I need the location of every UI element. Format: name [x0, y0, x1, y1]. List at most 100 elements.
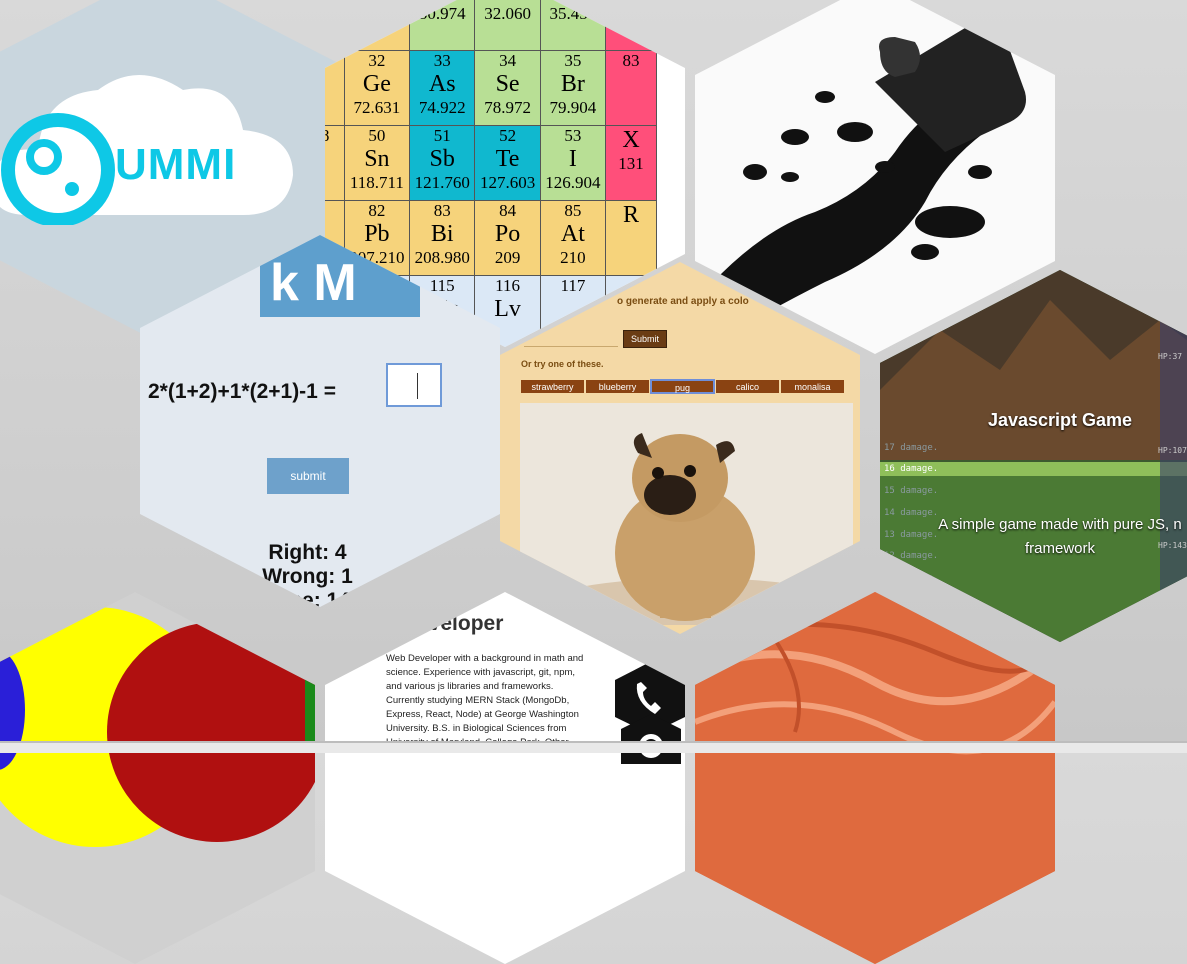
game-title: Javascript Game — [987, 410, 1133, 430]
element-symbol: Si — [345, 0, 409, 4]
atomic-number: 51 — [433, 126, 451, 145]
atomic-weight: 83 — [622, 51, 640, 70]
atomic-number: 83 — [433, 201, 451, 220]
answer-input[interactable] — [386, 363, 442, 407]
project-hex-developer[interactable]: eveloper Web Developer with a background… — [325, 592, 685, 964]
element-symbol: Lv — [494, 296, 521, 322]
developer-title: eveloper — [417, 612, 504, 635]
atomic-weight: 210 — [560, 248, 586, 267]
atomic-weight: 209 — [494, 248, 521, 267]
atomic-weight: 79.904 — [549, 98, 597, 117]
atomic-weight: 74.922 — [418, 98, 466, 117]
color-input[interactable] — [524, 330, 618, 347]
element-cell: 52 Te 127.603 — [474, 125, 541, 201]
quiz-stats: Right: 4 Wrong: 1 Time: 14 — [250, 541, 365, 607]
github-icon[interactable] — [621, 714, 681, 764]
time-count: Time: 14 — [265, 589, 350, 607]
atomic-number: 32 — [368, 51, 386, 70]
color-option-blueberry[interactable]: blueberry — [585, 379, 650, 394]
pug-image — [520, 403, 853, 625]
atomic-weight: 131 — [618, 154, 644, 173]
atomic-weight: 18 — [325, 126, 330, 145]
color-options: strawberry blueberry pug calico monalisa — [520, 379, 845, 394]
atomic-weight: 72.631 — [353, 98, 401, 117]
color-submit-button[interactable]: Submit — [623, 330, 667, 348]
color-option-strawberry[interactable]: strawberry — [520, 379, 585, 394]
element-symbol: X — [622, 127, 640, 153]
element-cell: S32.060 — [474, 0, 541, 51]
element-cell: 35 Br 79.904 — [539, 50, 607, 126]
element-cell: R — [605, 200, 657, 276]
element-cell — [325, 0, 345, 51]
color-option-pug[interactable]: pug — [650, 379, 715, 394]
atomic-number: 82 — [368, 201, 386, 220]
element-symbol: Bi — [430, 221, 454, 247]
atomic-weight: 126.904 — [545, 173, 601, 192]
atomic-weight: 35.450 — [549, 4, 597, 23]
color-prompt: o generate and apply a colo — [617, 296, 749, 307]
element-symbol: As — [428, 71, 456, 97]
element-cell: 32 Ge 72.631 — [343, 50, 411, 126]
element-symbol: Sb — [429, 146, 455, 172]
logo-text: UMMI — [115, 140, 237, 189]
quiz-submit-button[interactable]: submit — [267, 458, 349, 494]
element-symbol: Sn — [364, 146, 390, 172]
element-symbol: Po — [494, 221, 521, 247]
element-cell: 85 At 210 — [539, 200, 607, 276]
element-symbol: I — [568, 146, 577, 172]
atomic-number: 53 — [564, 126, 582, 145]
atomic-number: 84 — [499, 201, 517, 220]
game-description: A simple game made with pure JS, n frame… — [938, 516, 1182, 557]
atomic-number: 34 — [499, 51, 517, 70]
project-hex-salmon[interactable] — [695, 592, 1055, 964]
color-circles-image — [0, 607, 315, 847]
element-symbol: Te — [495, 146, 520, 172]
atomic-weight: 32.060 — [484, 4, 531, 23]
element-symbol: Br — [560, 71, 585, 97]
periodic-row: 1850Sn118.71151Sb121.76052Te127.60353I12… — [325, 125, 657, 201]
element-cell: X 131 — [605, 125, 657, 201]
damage-log-line: 16 damage. — [884, 464, 939, 474]
atomic-number: 35 — [564, 51, 582, 70]
periodic-row: 2332Ge72.63133As74.92234Se78.97235Br79.9… — [325, 50, 657, 126]
atomic-number: 33 — [433, 51, 451, 70]
hp-label: HP:37 — [1158, 352, 1183, 361]
element-cell: P30.974 — [409, 0, 476, 51]
atomic-number: 50 — [368, 126, 386, 145]
element-symbol: Pb — [364, 221, 390, 247]
project-hex-shapes[interactable] — [0, 592, 315, 964]
atomic-weight: 127.603 — [479, 173, 536, 192]
page-bottom-bar — [0, 741, 1187, 753]
atomic-weight: 78.972 — [484, 98, 531, 117]
atomic-weight: 118.711 — [349, 173, 404, 192]
damage-log-line: 11 damage. — [884, 573, 939, 583]
atomic-number: 52 — [499, 126, 517, 145]
element-cell: Cl35.450 — [539, 0, 607, 51]
atomic-weight: 30.974 — [418, 4, 466, 23]
developer-bio: Web Developer with a background in math … — [386, 653, 584, 748]
color-option-monalisa[interactable]: monalisa — [780, 379, 845, 394]
atomic-number: 117 — [560, 276, 586, 295]
wrong-count: Wrong: 1 — [262, 565, 353, 588]
damage-log-line: 15 damage. — [884, 486, 939, 496]
color-option-calico[interactable]: calico — [715, 379, 780, 394]
element-cell: 83 Bi 208.980 — [409, 200, 476, 276]
periodic-row: Si28.085P30.974S32.060Cl35.450 — [325, 0, 657, 51]
salmon-texture-image — [695, 592, 1055, 964]
quiz-equation: 2*(1+2)+1*(2+1)-1 = — [148, 380, 336, 403]
element-cell: 51 Sb 121.760 — [409, 125, 476, 201]
atomic-number: 85 — [564, 201, 582, 220]
element-cell: 83 — [605, 50, 657, 126]
element-cell: 34 Se 78.972 — [474, 50, 541, 126]
atomic-weight: 208.980 — [414, 248, 470, 267]
element-cell: Si28.085 — [343, 0, 411, 51]
element-symbol: Ge — [362, 71, 391, 97]
color-or-text: Or try one of these. — [521, 359, 604, 369]
element-cell: 53 I 126.904 — [539, 125, 607, 201]
element-cell: 84 Po 209 — [474, 200, 541, 276]
atomic-weight: 121.760 — [414, 173, 470, 192]
element-symbol: R — [623, 202, 640, 228]
atomic-weight: 28.085 — [353, 4, 401, 23]
element-cell: 33 As 74.922 — [409, 50, 476, 126]
damage-log-line: 17 damage. — [884, 443, 939, 453]
